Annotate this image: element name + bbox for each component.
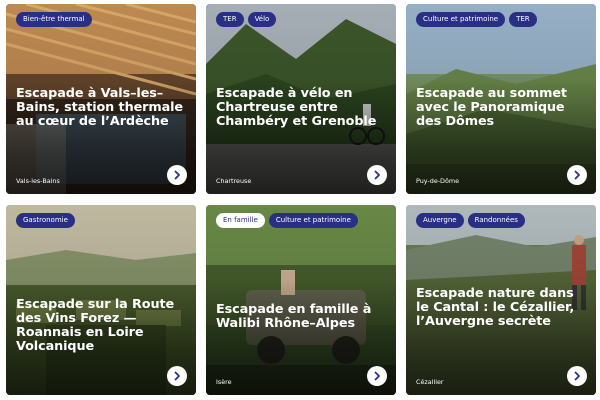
card-arrow-button[interactable] (367, 366, 387, 386)
tag-culture-et-patrimoine[interactable]: Culture et patrimoine (268, 213, 358, 228)
tag-list: En famille Culture et patrimoine (216, 213, 358, 228)
tag-gastronomie[interactable]: Gastronomie (16, 213, 75, 228)
card-route-des-vins-forez[interactable]: Gastronomie Escapade sur la Route des Vi… (6, 205, 196, 395)
card-location: Puy-de-Dôme (416, 177, 460, 185)
card-walibi-rhone-alpes[interactable]: En famille Culture et patrimoine Escapad… (206, 205, 396, 395)
card-overlay (206, 205, 396, 395)
chevron-right-icon (174, 371, 180, 381)
tag-ter[interactable]: TER (509, 12, 537, 27)
card-title[interactable]: Escapade en famille à Walibi Rhône–Alpes (216, 303, 388, 331)
chevron-right-icon (374, 170, 380, 180)
card-title[interactable]: Escapade à Vals–les–Bains, station therm… (16, 87, 188, 129)
chevron-right-icon (574, 170, 580, 180)
card-chartreuse-velo[interactable]: TER Vélo Escapade à vélo en Chartreuse e… (206, 4, 396, 194)
card-arrow-button[interactable] (567, 165, 587, 185)
card-cantal-cezallier[interactable]: Auvergne Randonnées Escapade nature dans… (406, 205, 596, 395)
tag-list: Gastronomie (16, 213, 75, 228)
chevron-right-icon (174, 170, 180, 180)
tag-culture-et-patrimoine[interactable]: Culture et patrimoine (416, 12, 506, 27)
card-arrow-button[interactable] (167, 165, 187, 185)
tag-list: Auvergne Randonnées (416, 213, 525, 228)
card-arrow-button[interactable] (167, 366, 187, 386)
tag-list: Bien-être thermal (16, 12, 92, 27)
card-vals-les-bains[interactable]: Bien-être thermal Escapade à Vals–les–Ba… (6, 4, 196, 194)
card-title[interactable]: Escapade au sommet avec le Panoramique d… (416, 87, 588, 129)
tag-auvergne[interactable]: Auvergne (416, 213, 464, 228)
card-location: Cézallier (416, 378, 444, 386)
tag-list: TER Vélo (216, 12, 277, 27)
tag-en-famille[interactable]: En famille (216, 213, 265, 228)
tag-list: Culture et patrimoine TER (416, 12, 537, 27)
card-location: Vals-les-Bains (16, 177, 60, 185)
card-panoramique-des-domes[interactable]: Culture et patrimoine TER Escapade au so… (406, 4, 596, 194)
chevron-right-icon (374, 371, 380, 381)
tag-bien-etre-thermal[interactable]: Bien-être thermal (16, 12, 92, 27)
card-title[interactable]: Escapade à vélo en Chartreuse entre Cham… (216, 87, 388, 129)
card-title[interactable]: Escapade nature dans le Cantal : le Céza… (416, 287, 588, 329)
card-location: Isère (216, 378, 232, 386)
chevron-right-icon (574, 371, 580, 381)
card-location: Chartreuse (216, 177, 252, 185)
card-arrow-button[interactable] (367, 165, 387, 185)
tag-randonnees[interactable]: Randonnées (467, 213, 525, 228)
card-arrow-button[interactable] (567, 366, 587, 386)
tag-ter[interactable]: TER (216, 12, 244, 27)
tag-velo[interactable]: Vélo (247, 12, 277, 27)
card-title[interactable]: Escapade sur la Route des Vins Forez — R… (16, 298, 188, 354)
